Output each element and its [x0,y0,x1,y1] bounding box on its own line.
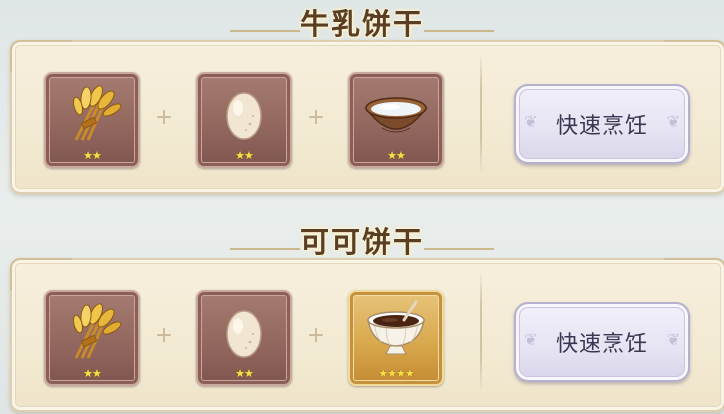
ornament-icon: ❦ [666,112,680,131]
ornament-icon: ❦ [666,330,680,349]
ingredient-slot-chocolate-sauce[interactable]: ★★★★ [348,290,444,386]
quick-cook-button-label: 快速烹饪 [555,114,648,139]
ingredient-slot-milk[interactable]: ★★ [348,72,444,168]
rarity-stars: ★★ [83,149,102,162]
panel-divider [480,52,482,176]
rarity-stars: ★★★★ [378,367,414,380]
chocolate-sauce-icon [367,300,425,355]
rarity-stars: ★★ [235,149,254,162]
recipe-card-cocoa-cookie: 可可饼干 ★★ + ★★ + ★★★★ ❦ 快速烹饪 ❦ [0,218,724,412]
rarity-stars: ★★ [83,367,102,380]
quick-cook-button[interactable]: ❦ 快速烹饪 ❦ [514,302,690,382]
plus-sign: + [306,323,326,348]
ingredient-slot-egg[interactable]: ★★ [196,290,292,386]
plus-sign: + [306,105,326,130]
ingredient-slot-wheat[interactable]: ★★ [44,290,140,386]
panel-divider [480,270,482,394]
rarity-stars: ★★ [235,367,254,380]
wheat-icon [72,85,122,141]
rarity-stars: ★★ [387,149,406,162]
plus-sign: + [154,323,174,348]
recipe-title: 可可饼干 [299,225,424,259]
wheat-icon [72,303,122,359]
quick-cook-button-label: 快速烹饪 [555,332,648,357]
egg-icon [226,310,262,358]
recipe-title: 牛乳饼干 [299,7,424,41]
ingredient-slot-egg[interactable]: ★★ [196,72,292,168]
plus-sign: + [154,105,174,130]
recipe-card-milk-cookie: 牛乳饼干 ★★ + ★★ + ★★ ❦ 快速烹饪 ❦ [0,0,724,194]
egg-icon [226,92,262,140]
quick-cook-button[interactable]: ❦ 快速烹饪 ❦ [514,84,690,164]
milk-bowl-icon [364,97,428,133]
ingredient-slot-wheat[interactable]: ★★ [44,72,140,168]
